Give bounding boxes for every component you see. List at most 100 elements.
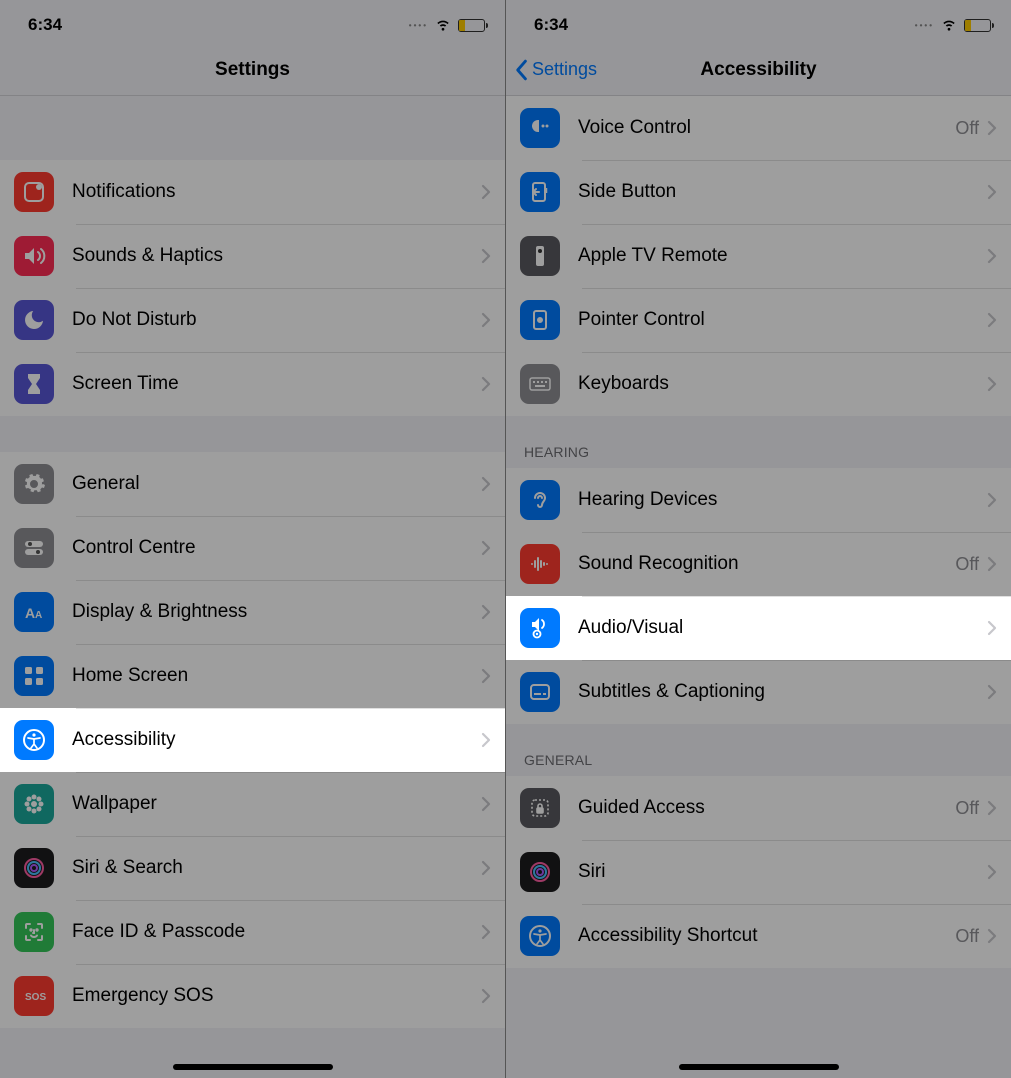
text-size-icon: AA: [14, 592, 54, 632]
chevron-right-icon: [987, 184, 997, 200]
svg-text:A: A: [35, 610, 42, 621]
row-label: General: [72, 473, 481, 495]
back-label: Settings: [532, 59, 597, 80]
row-side-button[interactable]: Side Button: [506, 160, 1011, 224]
row-label: Audio/Visual: [578, 617, 987, 639]
row-label: Side Button: [578, 181, 987, 203]
settings-panel: 6:34 •••• Settings Notifications Sounds &…: [0, 0, 505, 1078]
siri-icon: [520, 852, 560, 892]
accessibility-panel: 6:34 •••• Settings Accessibility Voice C…: [506, 0, 1011, 1078]
row-audio-visual[interactable]: Audio/Visual: [506, 596, 1011, 660]
row-label: Sound Recognition: [578, 553, 955, 575]
chevron-right-icon: [481, 540, 491, 556]
row-keyboards[interactable]: Keyboards: [506, 352, 1011, 416]
chevron-right-icon: [481, 988, 491, 1004]
svg-text:SOS: SOS: [25, 992, 46, 1003]
status-bar: 6:34 ••••: [0, 0, 505, 44]
row-label: Voice Control: [578, 117, 955, 139]
chevron-right-icon: [987, 928, 997, 944]
row-home-screen[interactable]: Home Screen: [0, 644, 505, 708]
wifi-icon: [940, 14, 958, 37]
row-voice-control[interactable]: Voice ControlOff: [506, 96, 1011, 160]
row-sounds-haptics[interactable]: Sounds & Haptics: [0, 224, 505, 288]
row-value: Off: [955, 118, 979, 139]
accessibility-icon: [520, 916, 560, 956]
home-indicator[interactable]: [173, 1064, 333, 1070]
chevron-right-icon: [987, 864, 997, 880]
flower-icon: [14, 784, 54, 824]
chevron-right-icon: [481, 732, 491, 748]
pointer-icon: [520, 300, 560, 340]
row-pointer-control[interactable]: Pointer Control: [506, 288, 1011, 352]
row-notifications[interactable]: Notifications: [0, 160, 505, 224]
row-general[interactable]: General: [0, 452, 505, 516]
row-label: Screen Time: [72, 373, 481, 395]
row-label: Notifications: [72, 181, 481, 203]
gear-icon: [14, 464, 54, 504]
row-hearing-devices[interactable]: Hearing Devices: [506, 468, 1011, 532]
page-title: Settings: [215, 59, 290, 81]
siri-icon: [14, 848, 54, 888]
audio-visual-icon: [520, 608, 560, 648]
remote-icon: [520, 236, 560, 276]
home-indicator[interactable]: [679, 1064, 839, 1070]
accessibility-list: Voice ControlOffSide ButtonApple TV Remo…: [506, 96, 1011, 968]
row-label: Control Centre: [72, 537, 481, 559]
chevron-right-icon: [481, 476, 491, 492]
hourglass-icon: [14, 364, 54, 404]
row-label: Emergency SOS: [72, 985, 481, 1007]
row-label: Pointer Control: [578, 309, 987, 331]
chevron-right-icon: [987, 492, 997, 508]
row-screen-time[interactable]: Screen Time: [0, 352, 505, 416]
chevron-right-icon: [481, 668, 491, 684]
row-display-brightness[interactable]: AADisplay & Brightness: [0, 580, 505, 644]
page-title: Accessibility: [700, 59, 816, 81]
battery-icon: [458, 19, 485, 32]
row-sound-recognition[interactable]: Sound RecognitionOff: [506, 532, 1011, 596]
switches-icon: [14, 528, 54, 568]
row-siri-search[interactable]: Siri & Search: [0, 836, 505, 900]
row-subtitles-captioning[interactable]: Subtitles & Captioning: [506, 660, 1011, 724]
nav-bar: Settings Accessibility: [506, 44, 1011, 96]
row-label: Guided Access: [578, 797, 955, 819]
row-label: Wallpaper: [72, 793, 481, 815]
ear-icon: [520, 480, 560, 520]
chevron-right-icon: [987, 312, 997, 328]
row-accessibility-shortcut[interactable]: Accessibility ShortcutOff: [506, 904, 1011, 968]
nav-bar: Settings: [0, 44, 505, 96]
sounds-icon: [14, 236, 54, 276]
chevron-right-icon: [987, 620, 997, 636]
chevron-right-icon: [987, 248, 997, 264]
row-value: Off: [955, 926, 979, 947]
row-label: Subtitles & Captioning: [578, 681, 987, 703]
side-button-icon: [520, 172, 560, 212]
battery-icon: [964, 19, 991, 32]
row-label: Sounds & Haptics: [72, 245, 481, 267]
row-wallpaper[interactable]: Wallpaper: [0, 772, 505, 836]
section-header: HEARING: [506, 416, 1011, 468]
lock-icon: [520, 788, 560, 828]
row-control-centre[interactable]: Control Centre: [0, 516, 505, 580]
row-label: Accessibility: [72, 729, 481, 751]
cellular-dots-icon: ••••: [915, 21, 934, 30]
row-face-id-passcode[interactable]: Face ID & Passcode: [0, 900, 505, 964]
row-siri[interactable]: Siri: [506, 840, 1011, 904]
row-label: Apple TV Remote: [578, 245, 987, 267]
section-header: GENERAL: [506, 724, 1011, 776]
row-do-not-disturb[interactable]: Do Not Disturb: [0, 288, 505, 352]
settings-list: Notifications Sounds & Haptics Do Not Dist…: [0, 96, 505, 1028]
voice-icon: [520, 108, 560, 148]
row-emergency-sos[interactable]: SOS Emergency SOS: [0, 964, 505, 1028]
row-guided-access[interactable]: Guided AccessOff: [506, 776, 1011, 840]
wifi-icon: [434, 14, 452, 37]
moon-icon: [14, 300, 54, 340]
row-accessibility[interactable]: Accessibility: [0, 708, 505, 772]
row-apple-tv-remote[interactable]: Apple TV Remote: [506, 224, 1011, 288]
chevron-right-icon: [481, 248, 491, 264]
notifications-icon: [14, 172, 54, 212]
chevron-right-icon: [987, 800, 997, 816]
back-button[interactable]: Settings: [514, 44, 597, 95]
captions-icon: [520, 672, 560, 712]
row-value: Off: [955, 554, 979, 575]
chevron-right-icon: [987, 684, 997, 700]
